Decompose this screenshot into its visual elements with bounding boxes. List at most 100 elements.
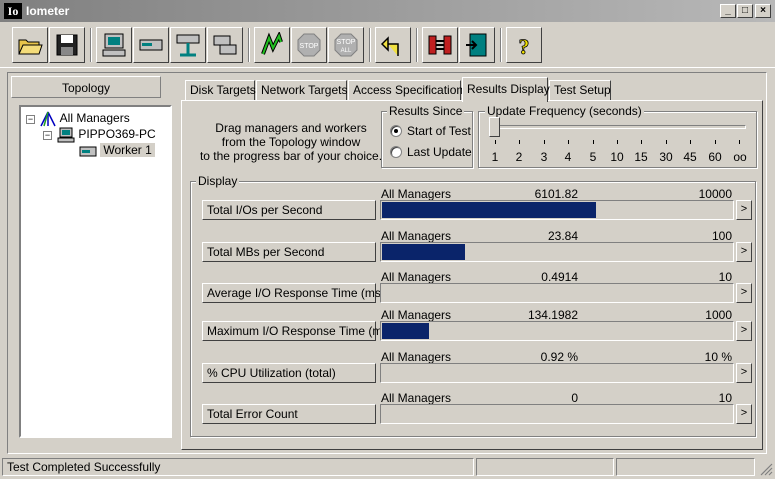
instructions-line: from the Topology window <box>221 135 361 149</box>
stop-test-button[interactable]: STOP <box>291 27 327 63</box>
tab-network-targets[interactable]: Network Targets <box>256 80 347 101</box>
tree-item-worker[interactable]: Worker 1 <box>79 142 155 158</box>
metric-source: All Managers <box>381 308 452 322</box>
metric-progress-bar[interactable] <box>380 200 734 220</box>
metric-select-button[interactable]: % CPU Utilization (total) <box>202 363 376 383</box>
metric-select-button[interactable]: Total MBs per Second <box>202 242 376 262</box>
frequency-tick-label: 1 <box>491 150 499 164</box>
window-title: Iometer <box>26 4 70 18</box>
add-network-worker-button[interactable] <box>170 27 206 63</box>
metric-source: All Managers <box>381 350 452 364</box>
network-worker-icon <box>176 34 200 57</box>
maximize-button[interactable]: □ <box>737 4 753 18</box>
frequency-tick-label: 30 <box>659 150 673 164</box>
status-panel-2 <box>476 458 614 476</box>
frequency-tick-label: 45 <box>683 150 697 164</box>
last-update-radio[interactable] <box>390 146 402 158</box>
frequency-tick-label: 60 <box>708 150 722 164</box>
add-disk-worker-button[interactable] <box>133 27 169 63</box>
results-since-group <box>381 111 473 168</box>
toolbar: STOP STOP ALL ? <box>0 22 775 68</box>
exit-button[interactable] <box>459 27 495 63</box>
tab-access-specifications[interactable]: Access Specifications <box>348 80 469 101</box>
metric-value: 0.4914 <box>541 270 578 284</box>
metric-details-arrow-button[interactable]: > <box>736 242 752 262</box>
metric-details-arrow-button[interactable]: > <box>736 404 752 424</box>
metric-select-button[interactable]: Average I/O Response Time (ms) <box>202 283 385 303</box>
metric-details-arrow-button[interactable]: > <box>736 321 752 341</box>
metric-details-arrow-button[interactable]: > <box>736 363 752 383</box>
tab-test-setup[interactable]: Test Setup <box>549 80 611 101</box>
resize-grip-icon[interactable] <box>757 460 773 476</box>
green-flag-icon <box>261 32 283 55</box>
metric-select-button[interactable]: Maximum I/O Response Time (ms) <box>202 321 392 341</box>
copy-worker-button[interactable] <box>207 27 243 63</box>
tab-results-display[interactable]: Results Display <box>462 77 550 102</box>
topology-header: Topology <box>11 76 161 98</box>
tab-disk-targets[interactable]: Disk Targets <box>185 80 256 101</box>
tree-item-manager[interactable]: PIPPO369-PC <box>57 126 156 143</box>
metric-max: 10000 <box>698 187 732 201</box>
metric-value: 0.92 % <box>540 350 578 364</box>
update-frequency-label: Update Frequency (seconds) <box>485 104 644 118</box>
toolbar-separator <box>90 28 92 62</box>
save-config-button[interactable] <box>49 27 85 63</box>
metric-progress-bar[interactable] <box>380 404 734 424</box>
help-question-icon: ? <box>518 34 530 58</box>
save-disk-icon <box>56 34 78 56</box>
metric-select-button[interactable]: Total Error Count <box>202 404 376 424</box>
new-window-button[interactable] <box>422 27 458 63</box>
minimize-button[interactable]: _ <box>720 4 736 18</box>
undo-arrow-icon <box>380 36 399 56</box>
open-folder-icon <box>18 39 43 55</box>
tree-item-all-managers[interactable]: All Managers <box>39 110 130 127</box>
stop-all-button[interactable]: STOP ALL <box>328 27 364 63</box>
metric-progress-bar[interactable] <box>380 363 734 383</box>
topology-tree[interactable]: − All Managers − PIPPO369-PC Worker 1 <box>19 105 172 438</box>
frequency-tick <box>519 140 520 144</box>
start-of-test-radio[interactable] <box>390 125 402 137</box>
computer-icon <box>102 33 126 57</box>
toolbar-separator <box>500 28 502 62</box>
disk-worker-icon <box>139 39 163 51</box>
update-frequency-slider-track[interactable] <box>490 125 746 129</box>
tree-item-label: PIPPO369-PC <box>78 127 156 141</box>
open-config-button[interactable] <box>12 27 48 63</box>
frequency-tick <box>715 140 716 144</box>
stop-all-icon: STOP ALL <box>334 33 358 57</box>
metric-progress-fill <box>382 244 465 260</box>
metric-source: All Managers <box>381 229 452 243</box>
instructions-line: Drag managers and workers <box>215 121 367 135</box>
start-manager-button[interactable] <box>96 27 132 63</box>
toolbar-separator <box>248 28 250 62</box>
metric-progress-bar[interactable] <box>380 242 734 262</box>
update-frequency-slider-thumb[interactable] <box>489 117 500 137</box>
start-test-button[interactable] <box>254 27 290 63</box>
frequency-tick <box>690 140 691 144</box>
metric-progress-bar[interactable] <box>380 283 734 303</box>
metric-progress-bar[interactable] <box>380 321 734 341</box>
help-button[interactable]: ? <box>506 27 542 63</box>
stop-sign-icon: STOP <box>297 33 321 57</box>
metric-max: 10 % <box>704 350 732 364</box>
stop-label: STOP <box>300 43 319 50</box>
metric-value: 134.1982 <box>527 308 578 322</box>
metric-select-button[interactable]: Total I/Os per Second <box>202 200 376 220</box>
computer-icon <box>57 127 75 143</box>
metric-details-arrow-button[interactable]: > <box>736 283 752 303</box>
metric-max: 10 <box>718 391 732 405</box>
collapse-manager-icon[interactable]: − <box>43 131 52 140</box>
help-label: ? <box>519 34 530 58</box>
metric-source: All Managers <box>381 187 452 201</box>
frequency-tick <box>568 140 569 144</box>
close-button[interactable]: × <box>755 4 771 18</box>
frequency-tick <box>495 140 496 144</box>
metric-details-arrow-button[interactable]: > <box>736 200 752 220</box>
metric-source: All Managers <box>381 391 452 405</box>
instructions-line: to the progress bar of your choice. <box>199 149 383 163</box>
collapse-all-managers-icon[interactable]: − <box>26 115 35 124</box>
stop-all-sublabel: ALL <box>341 48 352 54</box>
reset-workers-button[interactable] <box>375 27 411 63</box>
drag-instructions: Drag managers and workers from the Topol… <box>196 121 386 163</box>
frequency-tick <box>593 140 594 144</box>
